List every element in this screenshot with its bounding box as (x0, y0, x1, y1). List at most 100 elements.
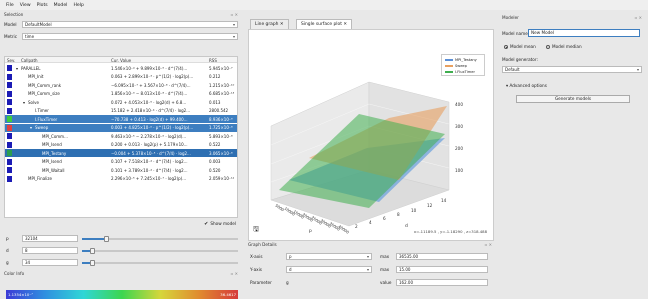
callpath-cell: I.FluxTimer (35, 116, 58, 122)
menu-help[interactable]: Help (73, 3, 83, 8)
legend-swatch (445, 71, 453, 73)
parameter-name: p (6, 236, 9, 241)
value-cell: −6.095×10⁻⁷ + 3.567×10⁻⁸ · d^(7/4)... (111, 82, 191, 88)
chevron-down-icon: ▾ (636, 67, 639, 72)
value-label: value (380, 280, 392, 285)
value-cell: −0.004 + 5.378×10⁻⁵ · d^(7/4) · log2... (111, 150, 191, 156)
close-icon[interactable]: ✕ (343, 22, 347, 27)
callpath-cell: MPI_Waitall (42, 167, 65, 173)
tree-row[interactable]: MPI_Comm... 9.463×10⁻⁵ − 2.278×10⁻⁶ · log… (5, 132, 237, 140)
value-cell: −70.738 + 0.413 · log2(d) + 99.400... (111, 116, 188, 122)
parameter-slider-track[interactable] (82, 262, 238, 264)
legend-swatch (445, 65, 453, 67)
show-model-checkbox[interactable]: ✔ Show model (204, 221, 236, 227)
chevron-down-icon: ▾ (366, 267, 369, 272)
menu-plots[interactable]: Plots (37, 3, 48, 8)
x-axis-select[interactable]: p ▾ (286, 253, 372, 260)
model-select-value: DefaultModel (25, 22, 52, 27)
model-median-radio[interactable]: Model median (546, 44, 582, 49)
menu-view[interactable]: View (20, 3, 31, 8)
expand-arrow-icon[interactable]: ▾ (30, 125, 32, 130)
tree-row[interactable]: MPI_Comm_size 1.856×10⁻⁶ − 8.013×10⁻⁸ · d… (5, 90, 237, 98)
parameter-slider-fill (82, 262, 90, 264)
callpath-tree[interactable]: Sev. Callpath Cur. Value RSS PARALLEL 1.5… (4, 56, 238, 218)
menu-model[interactable]: Model (54, 3, 68, 8)
tree-row[interactable]: MPI_Comm_rank −6.095×10⁻⁷ + 3.567×10⁻⁸ · … (5, 81, 237, 89)
header-sev[interactable]: Sev. (7, 58, 15, 63)
parameter-slider-handle[interactable] (89, 260, 95, 266)
parameter-name: g (286, 280, 289, 285)
max-y-spinbox[interactable]: 15.00 (396, 266, 488, 273)
header-rss[interactable]: RSS (209, 58, 217, 63)
max-x-spinbox[interactable]: 36535.00 (396, 253, 488, 260)
severity-swatch (7, 167, 12, 173)
save-icon[interactable]: 🖫 (253, 225, 259, 236)
color-info-dock-controls[interactable]: ▫ ✕ (231, 271, 238, 276)
legend-swatch (445, 59, 453, 61)
tree-row[interactable]: MPI_Isend 0.107 + 7.518×10⁻⁴ · d^(7/4) · … (5, 158, 237, 166)
y-axis-select[interactable]: d ▾ (286, 266, 372, 273)
graph-details-title: Graph Details (248, 242, 277, 247)
close-icon[interactable]: ✕ (280, 22, 284, 27)
callpath-cell: MPI_Isend (42, 159, 62, 164)
x-axis-label: p (309, 229, 312, 234)
chevron-down-icon: ▾ (232, 34, 235, 39)
model-name-value: New Model (531, 30, 555, 35)
show-model-label: Show model (210, 221, 236, 226)
modeler-dock-controls[interactable]: ▫ ✕ (635, 15, 642, 20)
y-tick: 6 (383, 216, 386, 221)
parameter-spinbox[interactable]: 32104 (22, 235, 78, 242)
severity-swatch (7, 90, 12, 97)
parameter-slider-fill (82, 250, 90, 252)
dock-controls[interactable]: ▫ ✕ (231, 12, 238, 17)
rss-cell: 1.215×10⁻¹⁰ (209, 82, 235, 88)
tree-row[interactable]: MPI_Testany −0.004 + 5.378×10⁻⁵ · d^(7/4)… (5, 149, 237, 157)
model-name-input[interactable]: New Model (528, 29, 640, 37)
value-cell: 9.463×10⁻⁵ − 2.278×10⁻⁶ · log2(d)... (111, 133, 187, 139)
expand-arrow-icon[interactable]: ▾ (16, 66, 18, 71)
menu-file[interactable]: File (6, 3, 14, 8)
callpath-cell: MPI_Comm... (42, 133, 68, 139)
max-y-value: 15.00 (399, 267, 411, 272)
tab-line-graph[interactable]: Line graph ✕ (250, 19, 289, 29)
tree-row[interactable]: MPI_Init 0.063 + 2.899×10⁻³ · p^(1/2) · l… (5, 73, 237, 81)
plot-legend: MPI_Testany Sweep I.FluxTimer (441, 54, 485, 76)
tree-row[interactable]: MPI_Finalize 2.296×10⁻⁵ + 7.245×10⁻⁷ · lo… (5, 175, 237, 183)
severity-swatch (7, 99, 12, 105)
tree-row[interactable]: Solve 0.072 + 4.053×10⁻⁵ · log2(d) + 6.8.… (5, 98, 237, 106)
generator-select[interactable]: Default ▾ (502, 66, 642, 73)
parameter-slider-handle[interactable] (103, 236, 109, 242)
tree-row[interactable]: I.FluxTimer −70.738 + 0.413 · log2(d) + 9… (5, 115, 237, 123)
parameter-spinbox[interactable]: 8 (22, 247, 78, 254)
advanced-options-toggle[interactable]: ▾ Advanced options (506, 83, 547, 88)
z-tick-200: 200 (455, 146, 463, 151)
model-mean-radio[interactable]: Model mean (504, 44, 536, 49)
model-select[interactable]: DefaultModel ▾ (22, 21, 238, 28)
expand-arrow-icon[interactable]: ▾ (23, 100, 25, 105)
graph-details-dock-controls[interactable]: ▫ ✕ (485, 242, 492, 247)
parameter-spinbox[interactable]: 34 (22, 259, 78, 266)
tree-row[interactable]: MPI_Waitall 0.101 + 3.789×10⁻⁴ · d^(7/4) … (5, 166, 237, 174)
surface-plot-area[interactable]: 400 300 200 100 5000 10000 15000 20000 2… (248, 29, 494, 241)
callpath-cell: MPI_Init (28, 74, 44, 79)
rss-cell: 5.893×10⁻⁸ (209, 133, 233, 139)
parameter-slider-track[interactable] (82, 250, 238, 252)
parameter-slider-handle[interactable] (89, 248, 95, 254)
colorbar-min: 1.1354×10⁻⁷ (8, 292, 33, 297)
tab-single-surface-plot[interactable]: Single surface plot ✕ (296, 19, 353, 29)
header-callpath[interactable]: Callpath (21, 58, 38, 63)
severity-swatch (7, 82, 12, 88)
y-tick: 4 (369, 220, 372, 225)
radio-selected-icon (504, 45, 508, 49)
tree-row[interactable]: MPI_Isend 0.200 + 0.013 · log2(p) + 5.179… (5, 141, 237, 149)
metric-select[interactable]: time ▾ (22, 33, 238, 40)
generate-models-button[interactable]: Generate models (516, 95, 630, 103)
tree-row[interactable]: PARALLEL 1.546×10⁻⁴ + 9.899×10⁻⁵ · d^(7/4… (5, 64, 237, 72)
parameter-value-spinbox[interactable]: 162.00 (396, 279, 488, 286)
tree-row[interactable]: I.Timer 15.182 + 2.418×10⁻⁴ · d^(7/4) · l… (5, 107, 237, 115)
chevron-down-icon: ▾ (366, 254, 369, 259)
header-value[interactable]: Cur. Value (111, 58, 131, 63)
tree-row[interactable]: Sweep 0.003 + 4.825×10⁻⁶ · p^(1/2) · log2… (5, 123, 237, 132)
rss-cell: 0.520 (209, 167, 221, 173)
rss-cell: 0.003 (209, 159, 221, 164)
